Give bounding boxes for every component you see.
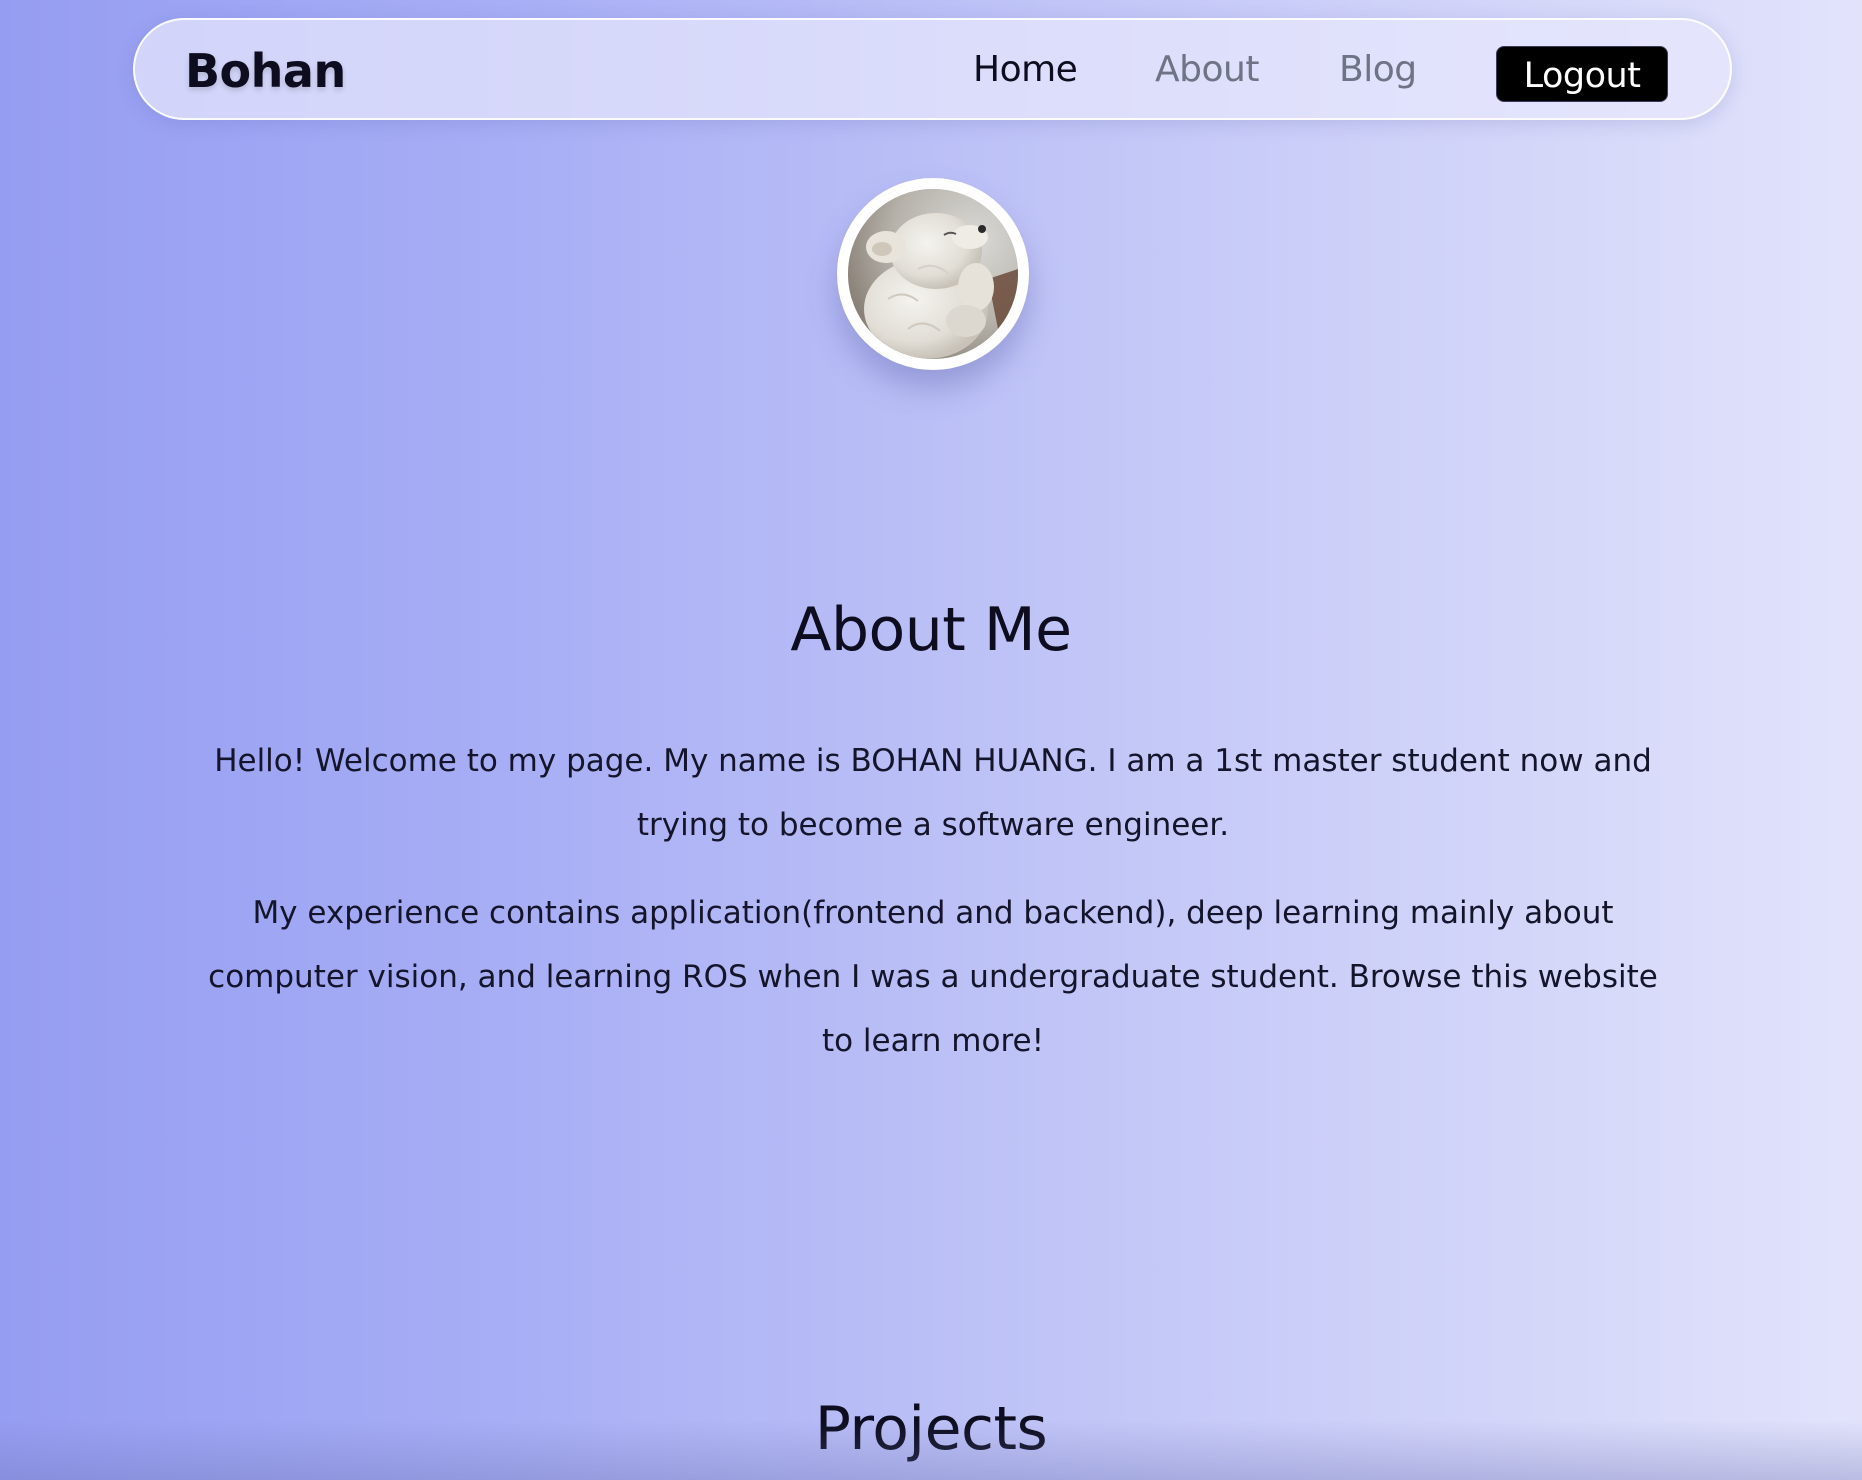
logout-button[interactable]: Logout xyxy=(1496,46,1668,102)
about-title: About Me xyxy=(790,595,1072,665)
about-paragraph-experience: My experience contains application(front… xyxy=(208,895,1658,1059)
projects-title: Projects xyxy=(814,1394,1048,1464)
navbar: Bohan Home About Blog Logout xyxy=(133,18,1732,120)
puppy-photo-icon xyxy=(848,189,1018,359)
nav-link-home[interactable]: Home xyxy=(973,50,1078,90)
brand-logo[interactable]: Bohan xyxy=(185,46,346,96)
avatar xyxy=(837,178,1029,370)
nav-link-blog[interactable]: Blog xyxy=(1339,50,1417,90)
nav-link-about[interactable]: About xyxy=(1155,50,1259,90)
about-paragraph-intro: Hello! Welcome to my page. My name is BO… xyxy=(214,743,1652,843)
